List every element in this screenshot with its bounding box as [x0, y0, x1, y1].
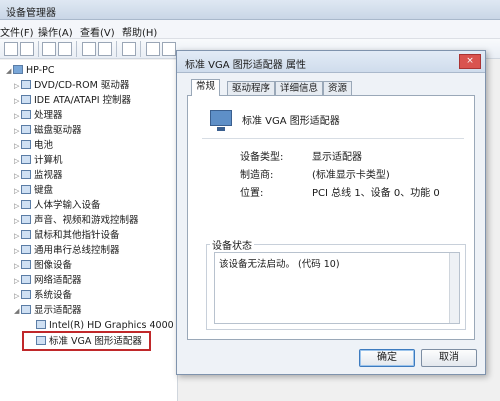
tree-item[interactable]: ▷ IDE ATA/ATAPI 控制器	[14, 94, 131, 108]
battery-icon	[21, 140, 31, 149]
tree-item[interactable]: ▷ 处理器	[14, 109, 63, 123]
display-adapter-icon	[36, 320, 46, 329]
collapse-icon[interactable]: ◢	[14, 304, 21, 318]
camera-icon	[21, 260, 31, 269]
expand-icon[interactable]: ▷	[14, 244, 21, 258]
system-device-icon	[21, 290, 31, 299]
ide-controller-icon	[21, 95, 31, 104]
expand-icon[interactable]: ▷	[14, 109, 21, 123]
tree-item[interactable]: ▷ 计算机	[14, 154, 63, 168]
device-manager-window: 设备管理器 文件(F) 操作(A) 查看(V) 帮助(H) ◢ HP-PC ▷ DV…	[0, 0, 500, 401]
sound-icon	[21, 215, 31, 224]
collapse-icon[interactable]: ◢	[6, 64, 13, 78]
device-name: 标准 VGA 图形适配器	[242, 116, 340, 127]
expand-icon[interactable]: ▷	[14, 139, 21, 153]
tree-item[interactable]: ▷ 人体学输入设备	[14, 199, 101, 213]
expand-icon[interactable]: ▷	[14, 169, 21, 183]
tab-resources[interactable]: 资源	[323, 81, 353, 95]
help-icon[interactable]	[82, 42, 96, 56]
update-driver-icon[interactable]	[146, 42, 160, 56]
divider	[202, 138, 464, 139]
mouse-icon	[21, 230, 31, 239]
menu-action[interactable]: 操作(A)	[38, 24, 73, 39]
tree-root[interactable]: ◢ HP-PC	[6, 64, 54, 78]
expand-icon[interactable]: ▷	[14, 94, 21, 108]
hid-icon	[21, 200, 31, 209]
manufacturer-value: (标准显示卡类型)	[312, 170, 390, 181]
expand-icon[interactable]: ▷	[14, 154, 21, 168]
tree-item[interactable]: ▷ 键盘	[14, 184, 53, 198]
expand-icon[interactable]: ▷	[14, 289, 21, 303]
tree-item[interactable]: ▷ 网络适配器	[14, 274, 82, 288]
display-adapter-icon	[21, 305, 31, 314]
toolbar-separator	[38, 41, 39, 57]
expand-icon[interactable]: ▷	[14, 214, 21, 228]
computer-icon	[21, 155, 31, 164]
menu-file[interactable]: 文件(F)	[0, 24, 34, 39]
back-icon[interactable]	[4, 42, 18, 56]
toolbar-separator	[140, 41, 141, 57]
disable-icon[interactable]	[162, 42, 176, 56]
dialog-title: 标准 VGA 图形适配器 属性	[185, 60, 306, 71]
cancel-button[interactable]: 取消	[421, 349, 477, 367]
tab-driver[interactable]: 驱动程序	[227, 81, 276, 95]
tree-item[interactable]: ▷ 系统设备	[14, 289, 72, 303]
dialog-tabs: 常规 驱动程序 详细信息 资源	[191, 79, 481, 96]
tree-item[interactable]: ▷ 监视器	[14, 169, 63, 183]
tree-item[interactable]: ▷ 电池	[14, 139, 53, 153]
device-type-value: 显示适配器	[312, 152, 362, 163]
expand-icon[interactable]: ▷	[14, 229, 21, 243]
general-panel: 标准 VGA 图形适配器 设备类型: 显示适配器 制造商: (标准显示卡类型) …	[187, 95, 475, 340]
device-status-text: 该设备无法启动。 (代码 10)	[219, 259, 340, 270]
network-icon	[21, 275, 31, 284]
keyboard-icon	[21, 185, 31, 194]
dvd-drive-icon	[21, 80, 31, 89]
window-titlebar: 设备管理器	[0, 0, 500, 20]
device-type-label: 设备类型:	[240, 152, 284, 163]
properties-icon[interactable]	[98, 42, 112, 56]
scan-icon[interactable]	[122, 42, 136, 56]
tree-item[interactable]: ▷ 声音、视频和游戏控制器	[14, 214, 139, 228]
disk-drive-icon	[21, 125, 31, 134]
expand-icon[interactable]: ▷	[14, 274, 21, 288]
processor-icon	[21, 110, 31, 119]
window-title: 设备管理器	[6, 8, 56, 19]
dialog-titlebar: 标准 VGA 图形适配器 属性 ×	[177, 51, 485, 73]
computer-icon	[13, 65, 23, 74]
toolbar-separator	[76, 41, 77, 57]
view-icon[interactable]	[42, 42, 56, 56]
usb-icon	[21, 245, 31, 254]
tree-item-display-adapters[interactable]: ◢ 显示适配器	[14, 304, 82, 318]
expand-icon[interactable]: ▷	[14, 79, 21, 93]
forward-icon[interactable]	[20, 42, 34, 56]
expand-icon[interactable]: ▷	[14, 199, 21, 213]
close-icon[interactable]: ×	[459, 54, 481, 69]
menu-bar: 文件(F) 操作(A) 查看(V) 帮助(H)	[0, 20, 500, 39]
expand-icon[interactable]: ▷	[14, 259, 21, 273]
tab-details[interactable]: 详细信息	[275, 81, 324, 95]
list-icon[interactable]	[58, 42, 72, 56]
tree-item[interactable]: ▷ 磁盘驱动器	[14, 124, 82, 138]
status-scrollbar[interactable]	[449, 253, 459, 323]
manufacturer-label: 制造商:	[240, 170, 274, 181]
location-value: PCI 总线 1、设备 0、功能 0	[312, 188, 440, 199]
tree-item[interactable]: ▷ DVD/CD-ROM 驱动器	[14, 79, 129, 93]
location-label: 位置:	[240, 188, 264, 199]
expand-icon[interactable]: ▷	[14, 124, 21, 138]
highlight-box	[22, 331, 151, 351]
menu-view[interactable]: 查看(V)	[80, 24, 115, 39]
expand-icon[interactable]: ▷	[14, 184, 21, 198]
device-status-box[interactable]: 该设备无法启动。 (代码 10)	[214, 252, 460, 324]
toolbar-separator	[116, 41, 117, 57]
device-status-label: 设备状态	[210, 237, 254, 252]
menu-help[interactable]: 帮助(H)	[122, 24, 157, 39]
display-adapter-icon	[210, 110, 232, 131]
monitor-icon	[21, 170, 31, 179]
tree-item[interactable]: ▷ 图像设备	[14, 259, 72, 273]
tree-item[interactable]: ▷ 通用串行总线控制器	[14, 244, 120, 258]
tree-item[interactable]: ▷ 鼠标和其他指针设备	[14, 229, 120, 243]
properties-dialog: 标准 VGA 图形适配器 属性 × 常规 驱动程序 详细信息 资源 标准 VGA…	[176, 50, 486, 375]
tab-general[interactable]: 常规	[191, 79, 221, 96]
ok-button[interactable]: 确定	[359, 349, 415, 367]
